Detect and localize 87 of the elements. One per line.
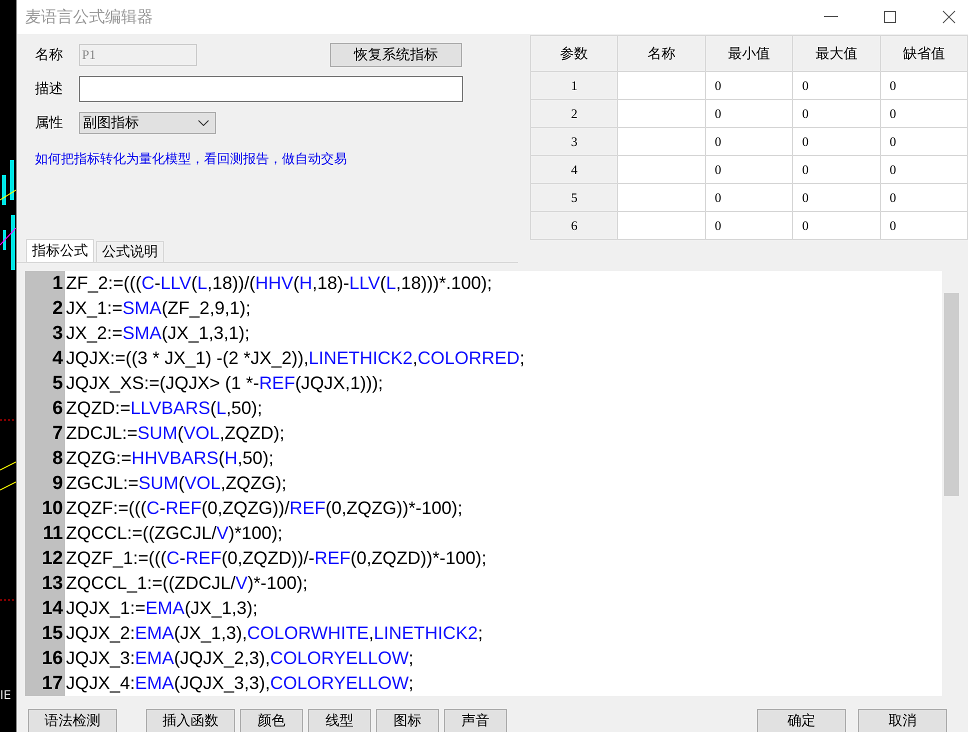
- toolbar-button[interactable]: 声音: [444, 709, 507, 732]
- table-cell: 0: [792, 128, 880, 156]
- code-line: JQJX_4:EMA(JQJX_3,3),COLORYELLOW;: [65, 673, 414, 694]
- table-cell: 2: [530, 100, 618, 128]
- chevron-icon: [198, 120, 209, 126]
- table-cell: 0: [705, 212, 793, 240]
- toolbar-button[interactable]: 语法检测: [28, 709, 117, 732]
- column-header: 参数: [530, 36, 618, 72]
- code-line: JQJX_1:=EMA(JX_1,3);: [65, 598, 258, 619]
- toolbar-button[interactable]: 图标: [376, 709, 439, 732]
- attribute-label: 属性: [35, 114, 64, 132]
- code-line: JX_1:=SMA(ZF_2,9,1);: [65, 298, 251, 319]
- description-label: 描述: [35, 80, 64, 98]
- table-cell: 0: [880, 212, 968, 240]
- background-text: IE: [0, 688, 12, 702]
- line-number: 5: [51, 372, 63, 394]
- code-line: ZDCJL:=SUM(VOL,ZQZD);: [65, 423, 285, 444]
- line-number: 8: [51, 448, 63, 470]
- table-cell: 0: [792, 100, 880, 128]
- maximize-icon[interactable]: [884, 11, 896, 23]
- code-line: JQJX:=((3 * JX_1) -(2 *JX_2)),LINETHICK2,COLORRED;: [65, 348, 525, 369]
- table-cell: 0: [792, 156, 880, 184]
- table-cell: 6: [530, 212, 618, 240]
- line-number: 3: [51, 322, 63, 344]
- table-cell: 1: [530, 72, 618, 100]
- minimize-icon[interactable]: [824, 16, 838, 18]
- column-header: 最大值: [792, 36, 880, 72]
- table-cell: 0: [792, 212, 880, 240]
- window-title: 麦语言公式编辑器: [24, 6, 153, 28]
- close-icon[interactable]: [942, 10, 956, 24]
- dialog-button[interactable]: 取消: [858, 709, 947, 732]
- code-line: ZQCCL:=((ZGCJL/V)*100);: [65, 523, 283, 544]
- line-number: 16: [40, 648, 63, 670]
- table-cell: 0: [792, 184, 880, 212]
- code-line: ZQZG:=HHVBARS(H,50);: [65, 448, 274, 469]
- line-number: 17: [40, 672, 63, 694]
- table-cell: 0: [705, 184, 793, 212]
- dialog-button[interactable]: 确定: [757, 709, 846, 732]
- help-link[interactable]: 如何把指标转化为量化模型，看回测报告，做自动交易: [35, 150, 485, 168]
- column-header: 名称: [618, 36, 706, 72]
- table-cell: 3: [530, 128, 618, 156]
- code-line: ZQCCL_1:=((ZDCJL/V)*-100);: [65, 573, 308, 594]
- code-line: JQJX_XS:=(JQJX> (1 *-REF(JQJX,1)));: [65, 373, 384, 394]
- table-cell: 5: [530, 184, 618, 212]
- name-label: 名称: [35, 46, 64, 64]
- line-number: 4: [51, 348, 63, 370]
- scrollbar-thumb[interactable]: [944, 293, 959, 496]
- table-cell: 0: [880, 72, 968, 100]
- line-number: 7: [51, 422, 63, 444]
- table-cell: 0: [705, 156, 793, 184]
- table-cell: 0: [880, 100, 968, 128]
- table-cell: 0: [880, 156, 968, 184]
- line-number: 13: [40, 572, 63, 594]
- table-cell: 0: [705, 100, 793, 128]
- line-number: 9: [51, 472, 63, 494]
- table-cell: 0: [705, 128, 793, 156]
- line-number: 12: [40, 548, 63, 570]
- line-number: 11: [42, 522, 63, 544]
- toolbar-button[interactable]: 线型: [308, 709, 371, 732]
- code-line: ZF_2:=(((C-LLV(L,18))/(HHV(H,18)-LLV(L,18)))*.100);: [65, 273, 492, 294]
- line-number: 15: [40, 622, 63, 644]
- line-number: 10: [40, 498, 63, 520]
- code-line: JQJX_2:EMA(JX_1,3),COLORWHITE,LINETHICK2;: [65, 623, 483, 644]
- attribute-dropdown[interactable]: 副图指标: [79, 112, 216, 134]
- table-cell: 0: [705, 72, 793, 100]
- restore-button[interactable]: 恢复系统指标: [330, 43, 462, 67]
- description-field[interactable]: [79, 76, 463, 102]
- toolbar-button[interactable]: 颜色: [240, 709, 303, 732]
- tab[interactable]: 公式说明: [96, 241, 164, 262]
- code-line: JX_2:=SMA(JX_1,3,1);: [65, 323, 250, 344]
- line-number: 1: [51, 272, 63, 294]
- line-number: 2: [51, 298, 63, 320]
- table-cell: 0: [880, 184, 968, 212]
- column-header: 最小值: [705, 36, 793, 72]
- code-line: ZQZF_1:=(((C-REF(0,ZQZD))/-REF(0,ZQZD))*-100);: [65, 548, 487, 569]
- line-number: 14: [40, 598, 63, 620]
- code-line: ZQZD:=LLVBARS(L,50);: [65, 398, 262, 419]
- tab[interactable]: 指标公式: [26, 239, 94, 262]
- table-cell: 0: [792, 72, 880, 100]
- column-header: 缺省值: [880, 36, 968, 72]
- code-line: ZQZF:=(((C-REF(0,ZQZG))/REF(0,ZQZG))*-100);: [65, 498, 462, 519]
- table-cell: 4: [530, 156, 618, 184]
- line-number: 6: [51, 398, 63, 420]
- code-line: ZGCJL:=SUM(VOL,ZQZG);: [65, 473, 287, 494]
- code-line: JQJX_3:EMA(JQJX_2,3),COLORYELLOW;: [65, 648, 414, 669]
- toolbar-button[interactable]: 插入函数: [146, 709, 235, 732]
- table-cell: 0: [880, 128, 968, 156]
